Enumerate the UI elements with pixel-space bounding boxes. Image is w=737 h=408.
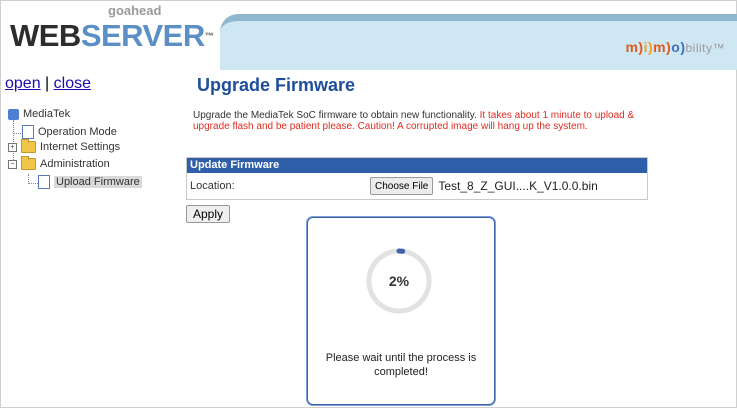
logo-server: SERVER — [80, 18, 205, 53]
tree-item-operation-mode[interactable]: Operation Mode — [22, 125, 117, 139]
wait-message: Please wait until the process is complet… — [325, 352, 477, 378]
tree-item-label: Administration — [40, 158, 110, 170]
tree-item-mediatek[interactable]: MediaTek — [8, 108, 70, 120]
progress-dialog: 2% Please wait until the process is comp… — [307, 217, 495, 405]
brand-rest: bility™ — [685, 41, 725, 55]
expand-icon[interactable]: + — [8, 142, 17, 152]
selected-file-name: Test_8_Z_GUI....K_V1.0.0.bin — [438, 179, 598, 193]
goahead-webserver-logo: goahead WEBSERVER™ — [10, 3, 214, 63]
table-header: Update Firmware — [187, 158, 647, 173]
open-folder-icon — [21, 156, 36, 170]
logo-trademark: ™ — [204, 31, 214, 41]
tree-branch-sub — [28, 183, 38, 184]
tree-toggle: open | close — [5, 75, 91, 93]
tree-item-label: Operation Mode — [38, 126, 117, 138]
tree-item-label: MediaTek — [23, 108, 71, 120]
tree-item-internet-settings[interactable]: + Internet Settings — [8, 139, 121, 153]
apply-button[interactable]: Apply — [186, 205, 231, 223]
logo-subtitle: goahead — [108, 3, 162, 18]
mimobility-logo: m)i)m)o)bility™ — [625, 39, 725, 55]
brand-m2: m) — [653, 39, 672, 55]
brand-m: m) — [625, 39, 644, 55]
page-description: Upgrade the MediaTek SoC firmware to obt… — [193, 110, 648, 132]
tree-item-label: Upload Firmware — [54, 176, 142, 188]
collapse-icon[interactable]: − — [8, 159, 17, 169]
logo-web: WEB — [10, 18, 81, 53]
location-row: Location: Choose File Test_8_Z_GUI....K_… — [187, 173, 647, 199]
folder-icon — [21, 139, 36, 153]
header-banner: m)i)m)o)bility™ — [220, 14, 737, 70]
description-text: Upgrade the MediaTek SoC firmware to obt… — [193, 110, 477, 121]
page-title: Upgrade Firmware — [197, 75, 356, 95]
brand-o: o) — [671, 39, 686, 55]
tree-item-upload-firmware[interactable]: Upload Firmware — [38, 175, 142, 189]
page-icon — [38, 175, 50, 189]
tree-item-label: Internet Settings — [40, 141, 121, 153]
tree-item-administration[interactable]: − Administration — [8, 156, 110, 170]
root-icon — [8, 108, 19, 120]
progress-percentage: 2% — [388, 273, 410, 289]
open-link[interactable]: open — [5, 75, 41, 92]
location-label: Location: — [190, 180, 235, 192]
toggle-separator: | — [45, 75, 50, 92]
page-icon — [22, 125, 34, 139]
logo-title: WEBSERVER™ — [10, 18, 214, 53]
brand-i: i) — [643, 39, 654, 55]
update-firmware-table: Update Firmware Location: Choose File Te… — [186, 157, 648, 200]
choose-file-button[interactable]: Choose File — [370, 177, 434, 195]
close-link[interactable]: close — [54, 75, 91, 92]
